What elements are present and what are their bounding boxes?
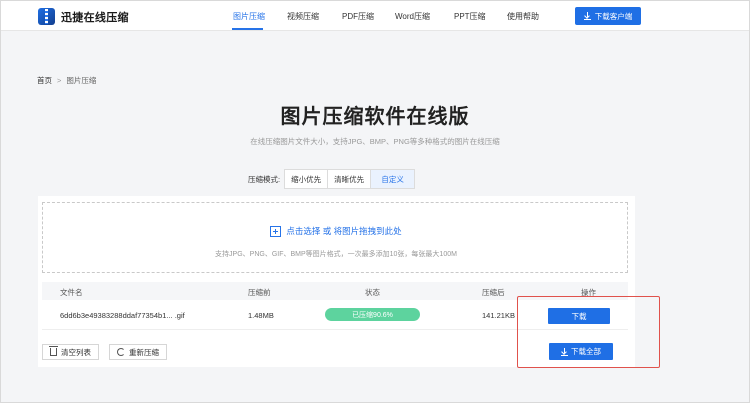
nav-item-video-compress[interactable]: 视频压缩 bbox=[287, 11, 319, 22]
add-file-icon bbox=[270, 225, 282, 237]
file-before-size: 1.48MB bbox=[248, 311, 274, 320]
active-tab-indicator bbox=[232, 28, 263, 30]
file-after-size: 141.21KB bbox=[482, 311, 515, 320]
nav-item-ppt-compress[interactable]: PPT压缩 bbox=[454, 11, 486, 22]
annotation-highlight-box bbox=[517, 296, 660, 368]
download-client-label: 下载客户端 bbox=[594, 11, 633, 21]
refresh-icon bbox=[117, 348, 125, 356]
mode-option-clarity-first[interactable]: 清晰优先 bbox=[328, 170, 372, 188]
status-badge: 已压缩90.6% bbox=[325, 308, 420, 321]
recompress-label: 重新压缩 bbox=[129, 347, 159, 357]
column-filename: 文件名 bbox=[60, 288, 83, 297]
nav-item-pdf-compress[interactable]: PDF压缩 bbox=[342, 11, 374, 22]
clear-list-label: 清空列表 bbox=[61, 347, 91, 357]
compression-mode-options: 缩小优先 清晰优先 自定义 bbox=[284, 169, 416, 189]
download-client-button[interactable]: 下载客户端 bbox=[575, 7, 641, 25]
compression-mode-selector: 压缩模式: 缩小优先 清晰优先 自定义 bbox=[248, 169, 416, 189]
upload-hint: 支持JPG、PNG、GIF、BMP等图片格式，一次最多添加10张，每张最大100… bbox=[215, 251, 457, 258]
mode-option-custom[interactable]: 自定义 bbox=[371, 170, 415, 188]
upload-prompt[interactable]: 点击选择 或 将图片拖拽到此处 bbox=[43, 225, 629, 237]
column-status: 状态 bbox=[365, 288, 380, 297]
recompress-button[interactable]: 重新压缩 bbox=[109, 344, 167, 360]
trash-icon bbox=[49, 346, 58, 356]
clear-list-button[interactable]: 清空列表 bbox=[42, 344, 99, 360]
breadcrumb-home[interactable]: 首页 bbox=[37, 75, 52, 86]
mode-option-size-first[interactable]: 缩小优先 bbox=[285, 170, 329, 188]
nav-item-word-compress[interactable]: Word压缩 bbox=[395, 11, 430, 22]
nav-item-help[interactable]: 使用帮助 bbox=[507, 11, 539, 22]
file-name: 6dd6b3e49383288ddaf77354b1... .gif bbox=[60, 311, 185, 320]
compression-mode-label: 压缩模式: bbox=[248, 174, 281, 184]
column-before-size: 压缩前 bbox=[248, 288, 271, 297]
download-icon bbox=[583, 12, 591, 20]
breadcrumb: 首页 > 图片压缩 bbox=[37, 75, 96, 86]
breadcrumb-separator: > bbox=[57, 76, 62, 85]
breadcrumb-current: 图片压缩 bbox=[66, 76, 97, 85]
page-title: 图片压缩软件在线版 bbox=[280, 106, 470, 128]
top-header: 迅捷在线压缩 图片压缩 视频压缩 PDF压缩 Word压缩 PPT压缩 使用帮助… bbox=[1, 1, 749, 31]
upload-drop-zone[interactable]: 点击选择 或 将图片拖拽到此处 支持JPG、PNG、GIF、BMP等图片格式，一… bbox=[42, 202, 628, 273]
column-after-size: 压缩后 bbox=[482, 288, 505, 297]
upload-prompt-text: 点击选择 或 将图片拖拽到此处 bbox=[286, 226, 402, 236]
page-subtitle: 在线压缩图片文件大小，支持JPG、BMP、PNG等多种格式的图片在线压缩 bbox=[250, 137, 500, 146]
nav-item-image-compress[interactable]: 图片压缩 bbox=[233, 11, 265, 22]
